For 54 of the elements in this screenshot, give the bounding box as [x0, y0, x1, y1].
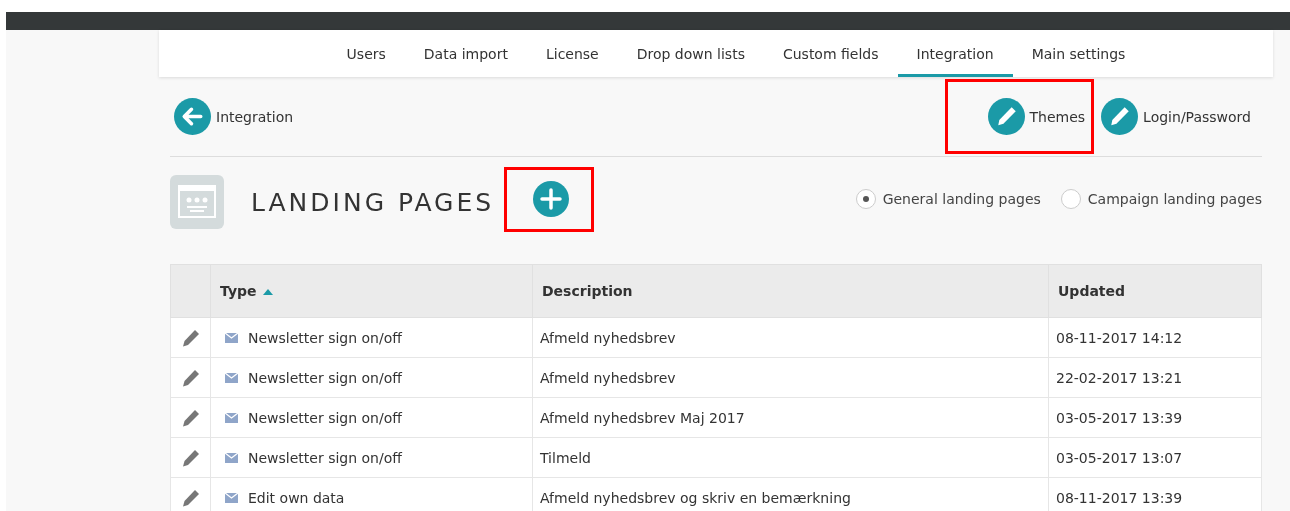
envelope-icon: [225, 492, 238, 503]
tab[interactable]: Integration: [897, 30, 1013, 77]
tab[interactable]: Custom fields: [763, 30, 898, 77]
radio-option[interactable]: General landing pages: [855, 189, 1041, 209]
sort-up-icon: [262, 289, 273, 295]
action-label: Themes: [1029, 108, 1086, 125]
edit-pencil-icon[interactable]: [181, 408, 200, 427]
type-cell: Newsletter sign on/off: [248, 329, 402, 346]
column-header[interactable]: Description: [532, 264, 1049, 318]
description-cell: Afmeld nyhedsbrev og skriv en bemærkning: [540, 489, 851, 506]
radio-option[interactable]: Campaign landing pages: [1060, 189, 1262, 209]
description-cell: Tilmeld: [540, 449, 591, 466]
column-header[interactable]: Type: [210, 264, 533, 318]
tab[interactable]: Drop down lists: [617, 30, 764, 77]
radio-button[interactable]: [1060, 189, 1081, 209]
envelope-icon: [225, 372, 238, 383]
updated-cell: 22-02-2017 13:21: [1056, 369, 1183, 386]
plus-icon: [533, 180, 570, 217]
pencil-icon: [987, 98, 1025, 135]
updated-cell: 03-05-2017 13:39: [1056, 409, 1183, 426]
action-link[interactable]: Themes: [983, 94, 1090, 139]
type-cell: Edit own data: [248, 489, 345, 506]
radio-button[interactable]: [855, 189, 876, 209]
landing-page-icon: [170, 175, 224, 229]
action-link[interactable]: Login/Password: [1097, 94, 1255, 139]
page-title: LANDING PAGES: [251, 187, 495, 217]
edit-pencil-icon[interactable]: [181, 328, 200, 347]
description-cell: Afmeld nyhedsbrev: [540, 369, 676, 386]
radio-label: Campaign landing pages: [1087, 191, 1262, 207]
type-cell: Newsletter sign on/off: [248, 449, 402, 466]
action-label: Login/Password: [1143, 108, 1251, 125]
envelope-icon: [225, 412, 238, 423]
edit-pencil-icon[interactable]: [181, 488, 200, 507]
edit-pencil-icon[interactable]: [181, 448, 200, 467]
tab[interactable]: Data import: [404, 30, 527, 77]
add-button[interactable]: [533, 180, 570, 217]
tab[interactable]: Main settings: [1012, 30, 1145, 77]
updated-cell: 08-11-2017 14:12: [1056, 329, 1183, 346]
type-cell: Newsletter sign on/off: [248, 369, 402, 386]
tab[interactable]: Users: [327, 30, 405, 77]
edit-pencil-icon[interactable]: [181, 368, 200, 387]
tab[interactable]: License: [526, 30, 618, 77]
description-cell: Afmeld nyhedsbrev Maj 2017: [540, 409, 745, 426]
column-header[interactable]: Updated: [1048, 264, 1262, 318]
type-cell: Newsletter sign on/off: [248, 409, 402, 426]
pencil-icon: [1101, 98, 1139, 135]
radio-label: General landing pages: [882, 191, 1041, 207]
updated-cell: 03-05-2017 13:07: [1056, 449, 1183, 466]
envelope-icon: [225, 332, 238, 343]
updated-cell: 08-11-2017 13:39: [1056, 489, 1183, 506]
description-cell: Afmeld nyhedsbrev: [540, 329, 676, 346]
back-link[interactable]: Integration: [170, 94, 298, 139]
back-link-label: Integration: [216, 108, 294, 125]
envelope-icon: [225, 452, 238, 463]
